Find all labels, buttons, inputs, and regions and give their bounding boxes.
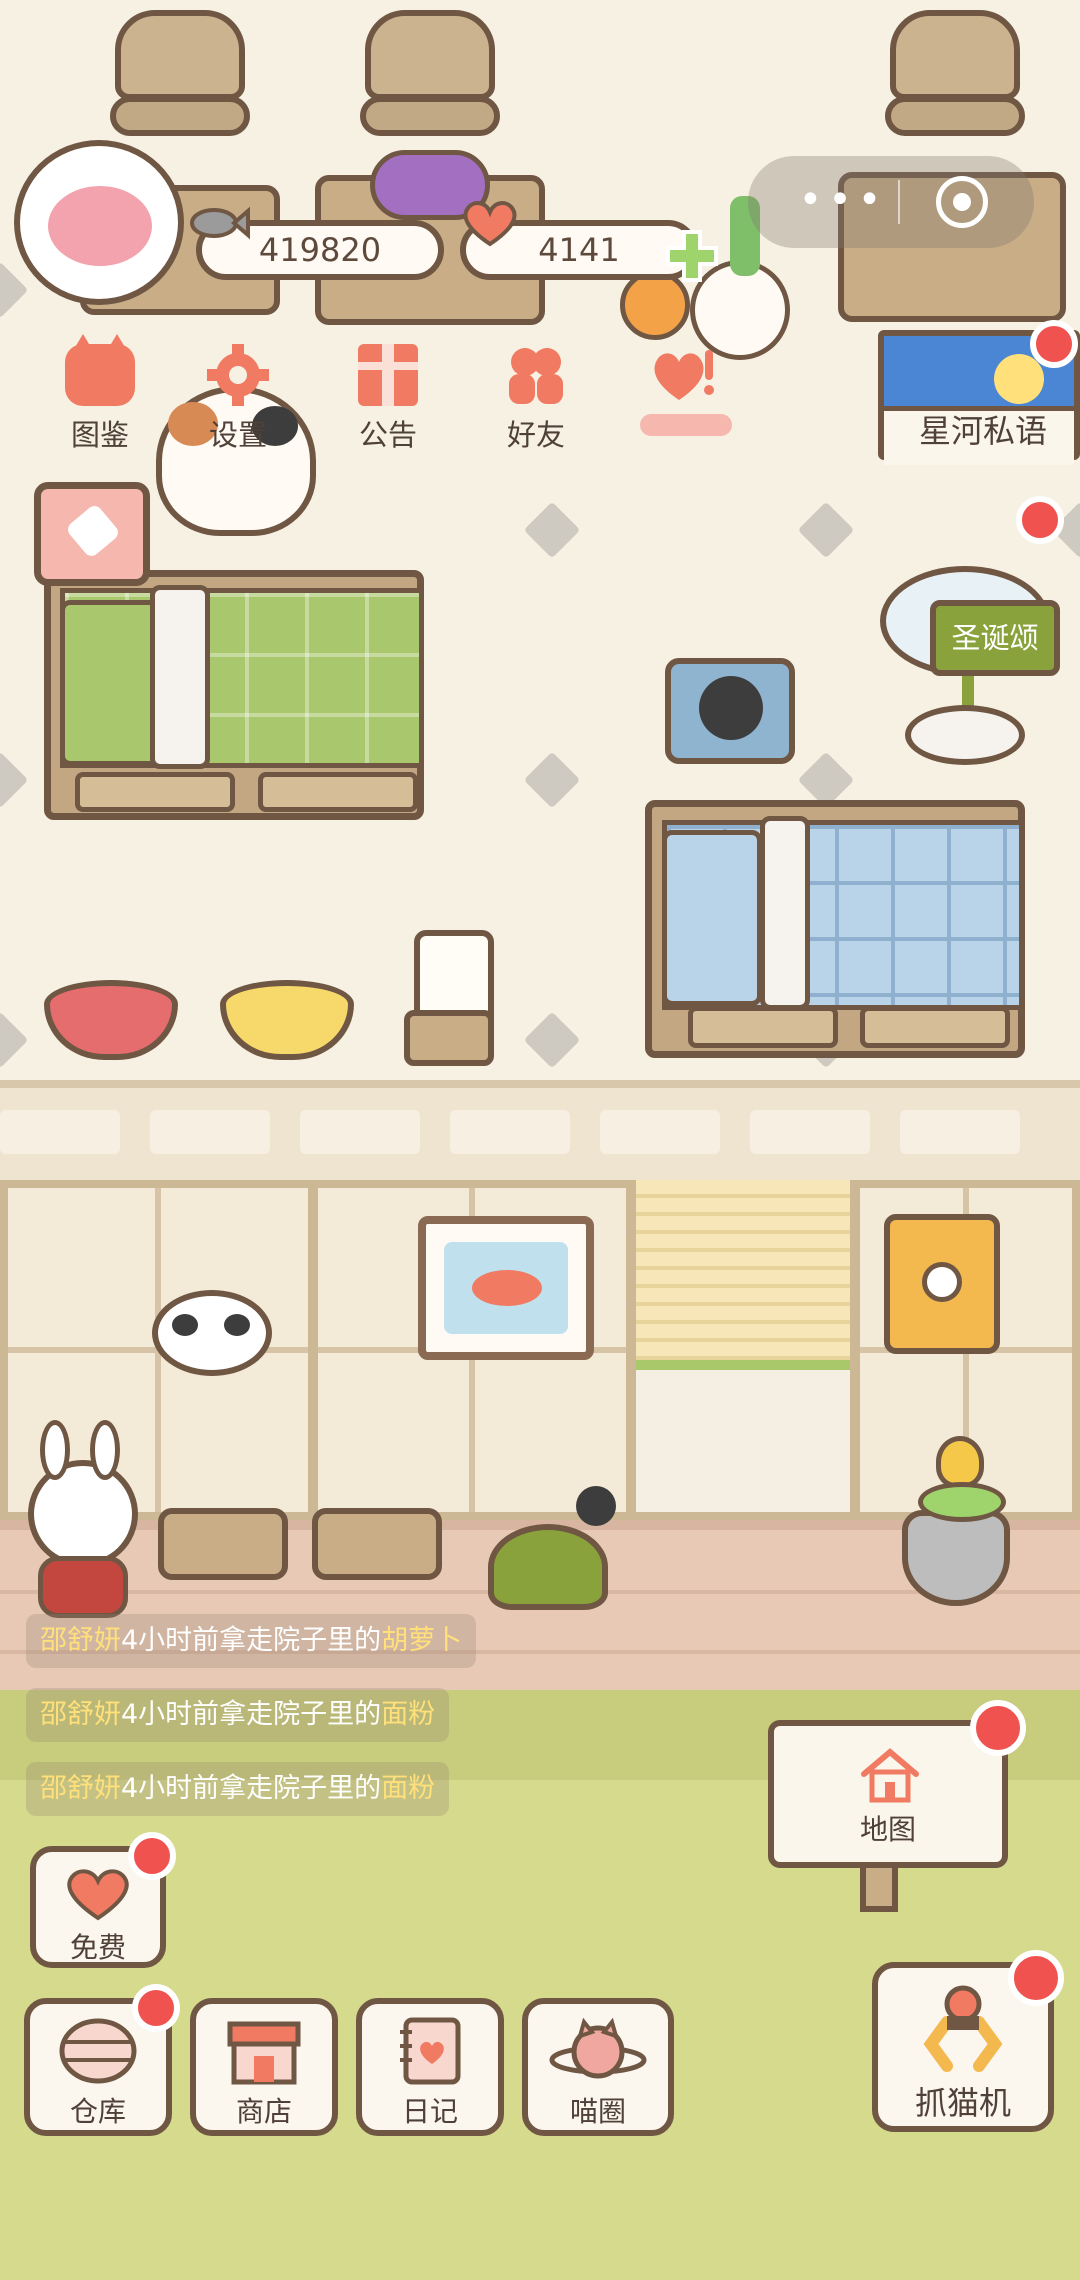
wooden-chair-seat — [885, 96, 1025, 136]
heart-icon — [458, 196, 522, 250]
alert-heart-icon — [649, 344, 719, 406]
bamboo-blind[interactable] — [636, 1180, 850, 1370]
beam-panel — [900, 1110, 1020, 1154]
notification-dot — [1016, 496, 1064, 544]
friends-icon — [501, 344, 571, 406]
notification-dot — [1030, 320, 1078, 368]
camera-vending-box[interactable] — [884, 1214, 1000, 1354]
bed-drawer — [258, 772, 418, 812]
planet-cat-icon — [548, 2016, 648, 2086]
fish-picture-frame[interactable] — [418, 1216, 594, 1360]
activity-feed-item: 邵舒妍4小时前拿走院子里的面粉 — [26, 1688, 450, 1742]
bunny-ear — [40, 1420, 70, 1480]
notification-dot — [128, 1832, 176, 1880]
pillow-sheet — [760, 816, 810, 1010]
tulip-leaves — [918, 1482, 1006, 1522]
bunny-character[interactable] — [28, 1460, 138, 1568]
paper-towel-stand — [404, 1010, 494, 1066]
cat-face-icon — [65, 334, 135, 406]
barrel-icon — [58, 2016, 138, 2086]
claw-machine-label: 抓猫机 — [914, 2084, 1011, 2122]
beam-panel — [600, 1110, 720, 1154]
menu-friends[interactable]: 好友 — [476, 344, 596, 454]
table-base — [905, 705, 1025, 765]
diary-icon — [390, 2016, 470, 2086]
gift-icon — [358, 344, 418, 406]
wooden-chair-seat — [360, 96, 500, 136]
mini-program-capsule: ••• — [748, 156, 1034, 248]
diary-button[interactable]: 日记 — [356, 1998, 504, 2136]
moon-icon — [994, 354, 1044, 404]
menu-alert[interactable] — [624, 344, 744, 436]
wooden-stool[interactable] — [312, 1508, 442, 1580]
menu-handbook[interactable]: 图鉴 — [40, 334, 160, 454]
menu-label: 公告 — [358, 418, 417, 452]
map-button[interactable]: 地图 — [768, 1720, 1008, 1868]
record-player[interactable] — [665, 658, 795, 764]
capsule-divider — [898, 180, 900, 224]
activity-feed-item: 邵舒妍4小时前拿走院子里的胡萝卜 — [26, 1614, 477, 1668]
plus-icon[interactable] — [664, 228, 720, 284]
menu-label: 设置 — [208, 418, 267, 452]
beam-panel — [450, 1110, 570, 1154]
flower-pot[interactable] — [902, 1510, 1010, 1606]
house-icon — [858, 1746, 922, 1806]
bed-drawer — [688, 1006, 838, 1048]
more-dots-icon[interactable]: ••• — [788, 178, 898, 226]
cat-circle-button[interactable]: 喵圈 — [522, 1998, 674, 2136]
heart-value: 4141 — [538, 231, 620, 269]
wooden-chair[interactable] — [365, 10, 495, 100]
panda-wall-plate[interactable] — [152, 1290, 272, 1376]
menu-settings[interactable]: 设置 — [178, 344, 298, 454]
bunny-kimono — [38, 1556, 128, 1618]
carol-sign[interactable]: 圣诞颂 — [930, 600, 1060, 676]
wooden-chair-seat — [110, 96, 250, 136]
player-avatar[interactable] — [14, 140, 184, 305]
diary-label: 日记 — [401, 2095, 458, 2128]
notification-dot — [1008, 1950, 1064, 2006]
heart-icon — [63, 1866, 133, 1922]
free-label: 免费 — [69, 1931, 126, 1964]
shop-label: 商店 — [235, 2095, 292, 2128]
beam-panel — [150, 1110, 270, 1154]
beam-panel — [0, 1110, 120, 1154]
shop-button[interactable]: 商店 — [190, 1998, 338, 2136]
koi-fish-icon — [444, 1242, 568, 1334]
target-close-icon[interactable] — [936, 176, 988, 228]
vinyl-record-icon — [699, 676, 763, 740]
beam-panel — [300, 1110, 420, 1154]
activity-feed-item: 邵舒妍4小时前拿走院子里的面粉 — [26, 1762, 450, 1816]
cat-avatar-icon — [48, 186, 152, 266]
bunny-ear — [90, 1420, 120, 1480]
map-label: 地图 — [859, 1813, 916, 1846]
menu-label: 好友 — [506, 418, 565, 452]
black-kitten[interactable] — [576, 1486, 616, 1526]
wooden-stool[interactable] — [158, 1508, 288, 1580]
progress-bar — [640, 414, 732, 436]
menu-label: 图鉴 — [70, 418, 129, 452]
gear-icon — [203, 344, 273, 406]
galaxy-sign-label: 星河私语 — [918, 412, 1047, 450]
pillow — [662, 830, 762, 1006]
notification-dot — [132, 1984, 180, 2032]
coin-value: 419820 — [258, 231, 382, 269]
eraser-icon — [64, 502, 122, 560]
fish-icon — [186, 196, 250, 250]
wooden-chair[interactable] — [115, 10, 245, 100]
bed-drawer — [860, 1006, 1010, 1048]
beam-panel — [750, 1110, 870, 1154]
wooden-chair[interactable] — [890, 10, 1020, 100]
cat-circle-label: 喵圈 — [569, 2095, 626, 2128]
shop-icon — [224, 2016, 304, 2086]
warehouse-label: 仓库 — [69, 2095, 126, 2128]
edit-button[interactable] — [34, 482, 150, 586]
menu-announcement[interactable]: 公告 — [328, 344, 448, 454]
cat-bed-green[interactable] — [488, 1524, 608, 1610]
claw-icon — [913, 1982, 1013, 2074]
tulip-flower — [936, 1436, 984, 1488]
pillow-sheet — [150, 585, 210, 769]
notification-dot — [970, 1700, 1026, 1756]
bed-drawer — [75, 772, 235, 812]
